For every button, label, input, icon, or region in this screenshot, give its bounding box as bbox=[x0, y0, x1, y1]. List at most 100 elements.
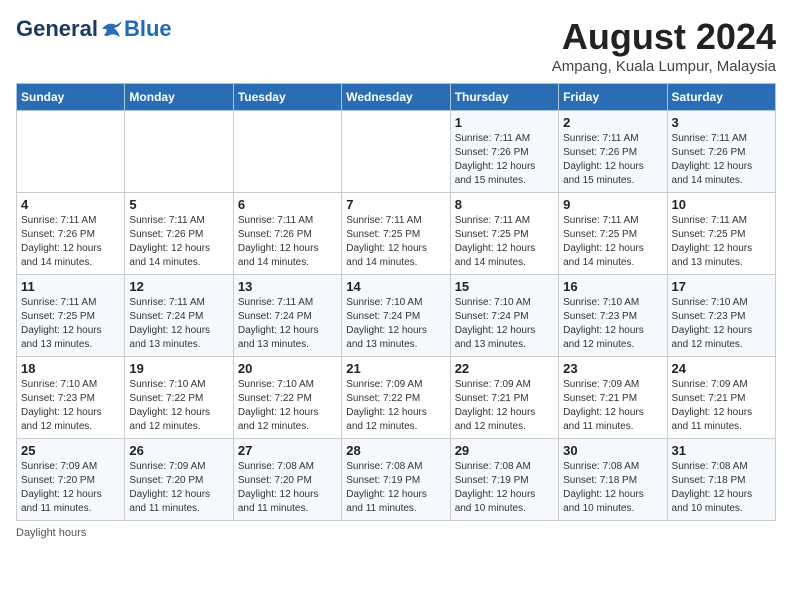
day-info: Sunrise: 7:08 AM Sunset: 7:19 PM Dayligh… bbox=[346, 460, 445, 516]
logo-general-text: General bbox=[16, 16, 98, 42]
day-info: Sunrise: 7:10 AM Sunset: 7:24 PM Dayligh… bbox=[346, 296, 445, 352]
calendar-cell bbox=[17, 111, 125, 193]
day-info: Sunrise: 7:11 AM Sunset: 7:26 PM Dayligh… bbox=[455, 132, 554, 188]
calendar-week-row: 1 Sunrise: 7:11 AM Sunset: 7:26 PM Daylig… bbox=[17, 111, 776, 193]
day-number: 12 bbox=[129, 279, 228, 294]
calendar-cell: 5 Sunrise: 7:11 AM Sunset: 7:26 PM Daylig… bbox=[125, 193, 233, 275]
day-info: Sunrise: 7:08 AM Sunset: 7:19 PM Dayligh… bbox=[455, 460, 554, 516]
page-header: General Blue August 2024 Ampang, Kuala L… bbox=[16, 16, 776, 75]
calendar-cell: 19Sunrise: 7:10 AM Sunset: 7:22 PM Dayli… bbox=[125, 357, 233, 439]
logo-blue-text: Blue bbox=[124, 16, 172, 42]
day-info: Sunrise: 7:11 AM Sunset: 7:25 PM Dayligh… bbox=[21, 296, 120, 352]
day-number: 14 bbox=[346, 279, 445, 294]
day-info: Sunrise: 7:11 AM Sunset: 7:26 PM Dayligh… bbox=[672, 132, 771, 188]
day-number: 26 bbox=[129, 443, 228, 458]
day-info: Sunrise: 7:08 AM Sunset: 7:18 PM Dayligh… bbox=[563, 460, 662, 516]
calendar-header-row: SundayMondayTuesdayWednesdayThursdayFrid… bbox=[17, 84, 776, 111]
logo-bird-icon bbox=[100, 19, 124, 39]
day-number: 7 bbox=[346, 197, 445, 212]
day-info: Sunrise: 7:11 AM Sunset: 7:25 PM Dayligh… bbox=[563, 214, 662, 270]
day-number: 17 bbox=[672, 279, 771, 294]
calendar-cell: 9 Sunrise: 7:11 AM Sunset: 7:25 PM Daylig… bbox=[559, 193, 667, 275]
day-info: Sunrise: 7:10 AM Sunset: 7:23 PM Dayligh… bbox=[563, 296, 662, 352]
day-info: Sunrise: 7:09 AM Sunset: 7:22 PM Dayligh… bbox=[346, 378, 445, 434]
day-number: 11 bbox=[21, 279, 120, 294]
calendar-cell: 21 Sunrise: 7:09 AM Sunset: 7:22 PM Dayli… bbox=[342, 357, 450, 439]
day-info: Sunrise: 7:11 AM Sunset: 7:25 PM Dayligh… bbox=[346, 214, 445, 270]
calendar-cell bbox=[233, 111, 341, 193]
calendar-cell: 31Sunrise: 7:08 AM Sunset: 7:18 PM Dayli… bbox=[667, 439, 775, 521]
day-number: 13 bbox=[238, 279, 337, 294]
calendar-day-header: Sunday bbox=[17, 84, 125, 111]
calendar-cell: 26 Sunrise: 7:09 AM Sunset: 7:20 PM Dayli… bbox=[125, 439, 233, 521]
calendar-cell: 15 Sunrise: 7:10 AM Sunset: 7:24 PM Dayli… bbox=[450, 275, 558, 357]
day-info: Sunrise: 7:11 AM Sunset: 7:26 PM Dayligh… bbox=[563, 132, 662, 188]
day-info: Sunrise: 7:09 AM Sunset: 7:20 PM Dayligh… bbox=[129, 460, 228, 516]
day-info: Sunrise: 7:11 AM Sunset: 7:25 PM Dayligh… bbox=[672, 214, 771, 270]
title-area: August 2024 Ampang, Kuala Lumpur, Malays… bbox=[552, 16, 776, 75]
calendar-cell: 24Sunrise: 7:09 AM Sunset: 7:21 PM Dayli… bbox=[667, 357, 775, 439]
day-number: 20 bbox=[238, 361, 337, 376]
day-info: Sunrise: 7:09 AM Sunset: 7:21 PM Dayligh… bbox=[455, 378, 554, 434]
day-number: 5 bbox=[129, 197, 228, 212]
calendar-cell: 28 Sunrise: 7:08 AM Sunset: 7:19 PM Dayli… bbox=[342, 439, 450, 521]
calendar-week-row: 11 Sunrise: 7:11 AM Sunset: 7:25 PM Dayli… bbox=[17, 275, 776, 357]
calendar-cell: 16 Sunrise: 7:10 AM Sunset: 7:23 PM Dayli… bbox=[559, 275, 667, 357]
day-info: Sunrise: 7:09 AM Sunset: 7:21 PM Dayligh… bbox=[563, 378, 662, 434]
calendar-cell: 8Sunrise: 7:11 AM Sunset: 7:25 PM Daylig… bbox=[450, 193, 558, 275]
calendar-cell: 2Sunrise: 7:11 AM Sunset: 7:26 PM Daylig… bbox=[559, 111, 667, 193]
day-info: Sunrise: 7:11 AM Sunset: 7:24 PM Dayligh… bbox=[129, 296, 228, 352]
day-info: Sunrise: 7:11 AM Sunset: 7:24 PM Dayligh… bbox=[238, 296, 337, 352]
calendar-week-row: 18 Sunrise: 7:10 AM Sunset: 7:23 PM Dayli… bbox=[17, 357, 776, 439]
day-number: 1 bbox=[455, 115, 554, 130]
calendar-cell: 22 Sunrise: 7:09 AM Sunset: 7:21 PM Dayli… bbox=[450, 357, 558, 439]
day-number: 16 bbox=[563, 279, 662, 294]
calendar-cell: 7 Sunrise: 7:11 AM Sunset: 7:25 PM Daylig… bbox=[342, 193, 450, 275]
calendar-week-row: 25Sunrise: 7:09 AM Sunset: 7:20 PM Dayli… bbox=[17, 439, 776, 521]
calendar-cell: 10 Sunrise: 7:11 AM Sunset: 7:25 PM Dayli… bbox=[667, 193, 775, 275]
day-number: 27 bbox=[238, 443, 337, 458]
day-info: Sunrise: 7:08 AM Sunset: 7:20 PM Dayligh… bbox=[238, 460, 337, 516]
day-info: Sunrise: 7:10 AM Sunset: 7:22 PM Dayligh… bbox=[238, 378, 337, 434]
calendar-cell bbox=[125, 111, 233, 193]
calendar-cell: 30 Sunrise: 7:08 AM Sunset: 7:18 PM Dayli… bbox=[559, 439, 667, 521]
day-number: 21 bbox=[346, 361, 445, 376]
day-number: 9 bbox=[563, 197, 662, 212]
day-number: 10 bbox=[672, 197, 771, 212]
day-number: 30 bbox=[563, 443, 662, 458]
calendar-cell: 18 Sunrise: 7:10 AM Sunset: 7:23 PM Dayli… bbox=[17, 357, 125, 439]
day-number: 19 bbox=[129, 361, 228, 376]
calendar-table: SundayMondayTuesdayWednesdayThursdayFrid… bbox=[16, 83, 776, 521]
day-info: Sunrise: 7:10 AM Sunset: 7:23 PM Dayligh… bbox=[21, 378, 120, 434]
day-number: 15 bbox=[455, 279, 554, 294]
day-info: Sunrise: 7:10 AM Sunset: 7:24 PM Dayligh… bbox=[455, 296, 554, 352]
calendar-cell: 4Sunrise: 7:11 AM Sunset: 7:26 PM Daylig… bbox=[17, 193, 125, 275]
day-number: 18 bbox=[21, 361, 120, 376]
day-number: 4 bbox=[21, 197, 120, 212]
day-number: 24 bbox=[672, 361, 771, 376]
month-year: August 2024 bbox=[552, 16, 776, 58]
calendar-cell: 29Sunrise: 7:08 AM Sunset: 7:19 PM Dayli… bbox=[450, 439, 558, 521]
calendar-cell: 11 Sunrise: 7:11 AM Sunset: 7:25 PM Dayli… bbox=[17, 275, 125, 357]
calendar-cell: 6Sunrise: 7:11 AM Sunset: 7:26 PM Daylig… bbox=[233, 193, 341, 275]
calendar-day-header: Thursday bbox=[450, 84, 558, 111]
calendar-cell: 1 Sunrise: 7:11 AM Sunset: 7:26 PM Daylig… bbox=[450, 111, 558, 193]
location: Ampang, Kuala Lumpur, Malaysia bbox=[552, 58, 776, 75]
day-info: Sunrise: 7:09 AM Sunset: 7:20 PM Dayligh… bbox=[21, 460, 120, 516]
calendar-day-header: Saturday bbox=[667, 84, 775, 111]
footer-note: Daylight hours bbox=[16, 527, 776, 539]
day-number: 22 bbox=[455, 361, 554, 376]
day-number: 23 bbox=[563, 361, 662, 376]
calendar-cell: 20 Sunrise: 7:10 AM Sunset: 7:22 PM Dayli… bbox=[233, 357, 341, 439]
day-info: Sunrise: 7:11 AM Sunset: 7:26 PM Dayligh… bbox=[129, 214, 228, 270]
logo: General Blue bbox=[16, 16, 172, 42]
day-number: 31 bbox=[672, 443, 771, 458]
calendar-day-header: Tuesday bbox=[233, 84, 341, 111]
day-info: Sunrise: 7:11 AM Sunset: 7:25 PM Dayligh… bbox=[455, 214, 554, 270]
calendar-day-header: Friday bbox=[559, 84, 667, 111]
calendar-cell: 17 Sunrise: 7:10 AM Sunset: 7:23 PM Dayli… bbox=[667, 275, 775, 357]
day-info: Sunrise: 7:10 AM Sunset: 7:23 PM Dayligh… bbox=[672, 296, 771, 352]
calendar-cell: 14 Sunrise: 7:10 AM Sunset: 7:24 PM Dayli… bbox=[342, 275, 450, 357]
day-number: 28 bbox=[346, 443, 445, 458]
calendar-cell: 3Sunrise: 7:11 AM Sunset: 7:26 PM Daylig… bbox=[667, 111, 775, 193]
